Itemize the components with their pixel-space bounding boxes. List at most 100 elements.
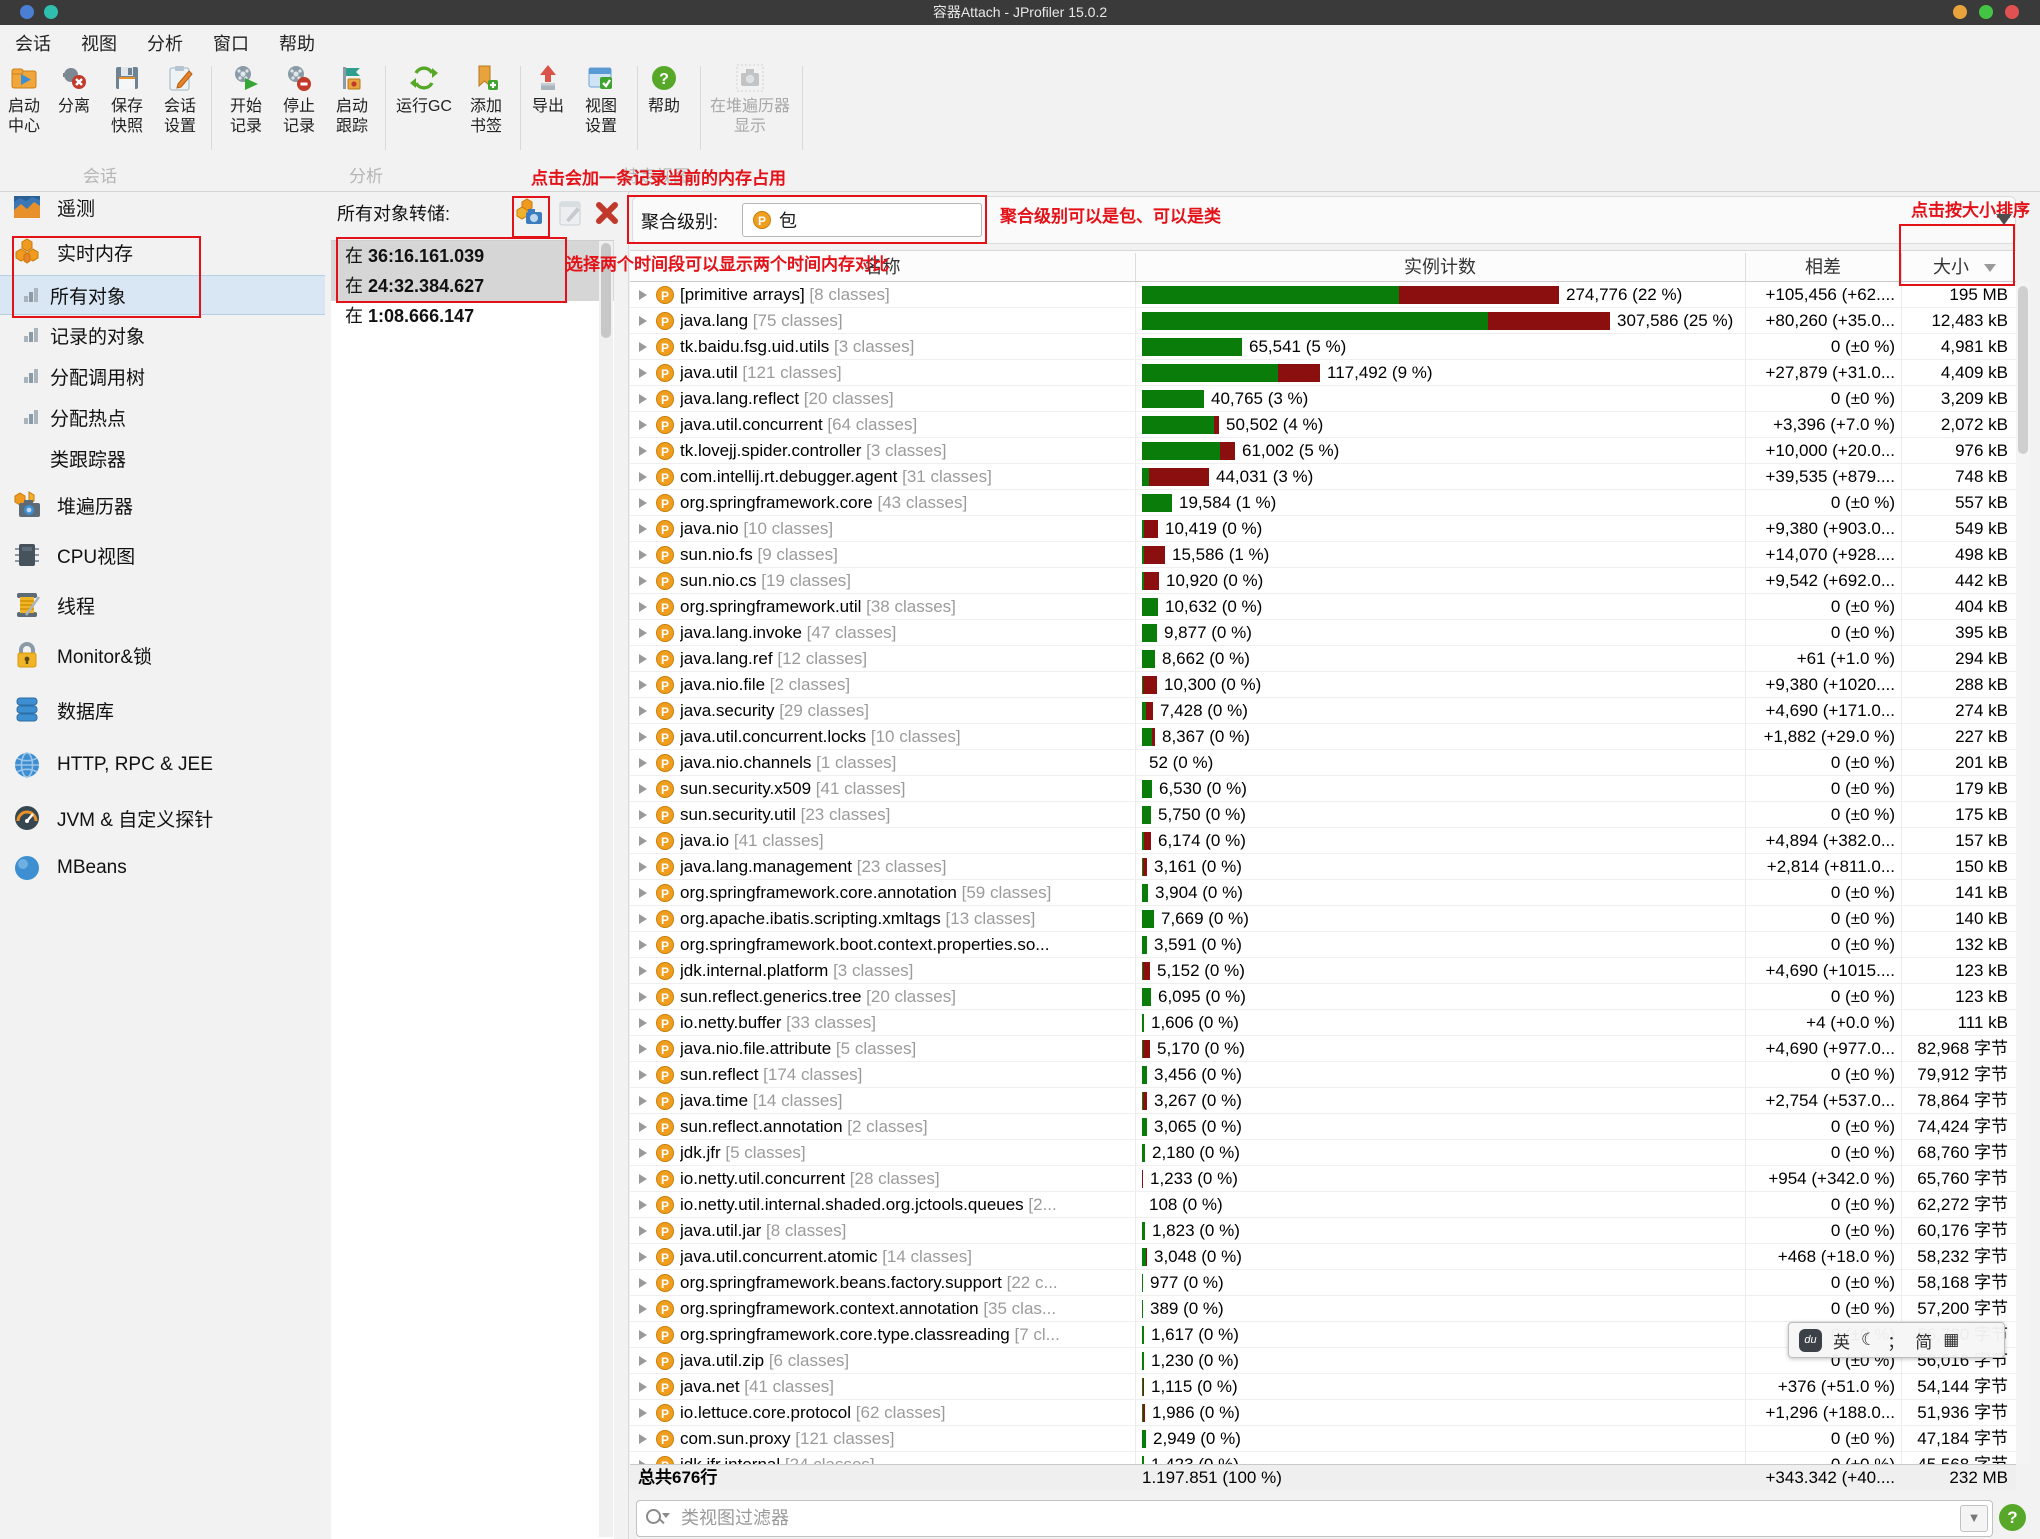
menu-会话[interactable]: 会话 [0, 25, 66, 61]
expand-arrow-icon[interactable] [639, 1252, 647, 1262]
expand-arrow-icon[interactable] [639, 758, 647, 768]
table-row[interactable]: Porg.springframework.core.annotation [59… [630, 880, 2016, 906]
menu-视图[interactable]: 视图 [66, 25, 132, 61]
table-row[interactable]: Pjava.security [29 classes]7,428 (0 %)+4… [630, 698, 2016, 724]
expand-arrow-icon[interactable] [639, 628, 647, 638]
table-row[interactable]: Porg.apache.ibatis.scripting.xmltags [13… [630, 906, 2016, 932]
table-row[interactable]: Pjava.nio.channels [1 classes]52 (0 %)0 … [630, 750, 2016, 776]
sidebar-item-类跟踪器[interactable]: 类跟踪器 [0, 439, 375, 477]
table-row[interactable]: Psun.reflect [174 classes]3,456 (0 %)0 (… [630, 1062, 2016, 1088]
table-scrollbar[interactable] [2016, 282, 2030, 1464]
toolbar-button-start-center[interactable]: 启动中心 [0, 64, 50, 137]
table-row[interactable]: Pjava.util.concurrent.atomic [14 classes… [630, 1244, 2016, 1270]
table-row[interactable]: Pjava.time [14 classes]3,267 (0 %)+2,754… [630, 1088, 2016, 1114]
expand-arrow-icon[interactable] [639, 940, 647, 950]
sidebar-item-所有对象[interactable]: 所有对象 [0, 275, 325, 315]
table-row[interactable]: Porg.springframework.core [43 classes]19… [630, 490, 2016, 516]
table-row[interactable]: Pjava.net [41 classes]1,115 (0 %)+376 (+… [630, 1374, 2016, 1400]
table-row[interactable]: Pjava.nio.file.attribute [5 classes]5,17… [630, 1036, 2016, 1062]
record-memory-snapshot-button[interactable] [514, 198, 544, 230]
table-row[interactable]: Pio.netty.util.concurrent [28 classes]1,… [630, 1166, 2016, 1192]
table-row[interactable]: Pjava.lang.invoke [47 classes]9,877 (0 %… [630, 620, 2016, 646]
maximize-button[interactable] [1979, 5, 1993, 19]
expand-arrow-icon[interactable] [639, 784, 647, 794]
expand-arrow-icon[interactable] [639, 576, 647, 586]
expand-arrow-icon[interactable] [639, 966, 647, 976]
expand-arrow-icon[interactable] [639, 368, 647, 378]
expand-arrow-icon[interactable] [639, 1070, 647, 1080]
expand-arrow-icon[interactable] [639, 1382, 647, 1392]
expand-arrow-icon[interactable] [639, 550, 647, 560]
sidebar-item-实时内存[interactable]: 实时内存 [0, 233, 325, 271]
table-row[interactable]: Pjdk.internal.platform [3 classes]5,152 … [630, 958, 2016, 984]
table-row[interactable]: Pjava.util.jar [8 classes]1,823 (0 %)0 (… [630, 1218, 2016, 1244]
expand-arrow-icon[interactable] [639, 1200, 647, 1210]
dump-list-item[interactable]: 在 24:32.384.627 [331, 271, 614, 301]
expand-arrow-icon[interactable] [639, 290, 647, 300]
expand-arrow-icon[interactable] [639, 1018, 647, 1028]
table-row[interactable]: Pjava.lang.ref [12 classes]8,662 (0 %)+6… [630, 646, 2016, 672]
menu-帮助[interactable]: 帮助 [264, 25, 330, 61]
table-row[interactable]: Pcom.sun.proxy [121 classes]2,949 (0 %)0… [630, 1426, 2016, 1452]
ime-mode-▦[interactable]: ▦ [1943, 1330, 1959, 1350]
toolbar-button-detach[interactable]: 分离 [48, 64, 100, 117]
table-row[interactable]: Pio.lettuce.core.protocol [62 classes]1,… [630, 1400, 2016, 1426]
expand-arrow-icon[interactable] [639, 602, 647, 612]
table-row[interactable]: Pcom.intellij.rt.debugger.agent [31 clas… [630, 464, 2016, 490]
expand-arrow-icon[interactable] [639, 1148, 647, 1158]
expand-arrow-icon[interactable] [639, 1096, 647, 1106]
expand-arrow-icon[interactable] [639, 888, 647, 898]
aggregation-level-select[interactable]: P 包 [742, 203, 982, 237]
expand-arrow-icon[interactable] [639, 1226, 647, 1236]
sidebar-item-Monitor&锁[interactable]: Monitor&锁 [0, 636, 325, 674]
table-row[interactable]: Porg.springframework.boot.context.proper… [630, 932, 2016, 958]
expand-arrow-icon[interactable] [639, 1122, 647, 1132]
toolbar-button-start-recording[interactable]: 开始记录 [220, 64, 272, 137]
expand-arrow-icon[interactable] [639, 1174, 647, 1184]
sidebar-item-JVM & 自定义探针[interactable]: JVM & 自定义探针 [0, 799, 325, 837]
sidebar-item-MBeans[interactable]: MBeans [0, 849, 325, 887]
table-row[interactable]: Porg.springframework.context.annotation … [630, 1296, 2016, 1322]
table-row[interactable]: Psun.security.x509 [41 classes]6,530 (0 … [630, 776, 2016, 802]
dump-scrollbar[interactable] [599, 241, 613, 1537]
column-header-diff[interactable]: 相差 [1745, 251, 1901, 283]
expand-arrow-icon[interactable] [639, 914, 647, 924]
toolbar-button-stop-recording[interactable]: 停止记录 [273, 64, 325, 137]
expand-arrow-icon[interactable] [639, 1434, 647, 1444]
table-row[interactable]: Psun.reflect.annotation [2 classes]3,065… [630, 1114, 2016, 1140]
table-row[interactable]: Pio.netty.util.internal.shaded.org.jctoo… [630, 1192, 2016, 1218]
ime-mode-☾[interactable]: ☾ [1861, 1330, 1876, 1350]
search-icon[interactable] [646, 1509, 668, 1529]
class-filter-input[interactable] [636, 1500, 1993, 1537]
sidebar-item-分配热点[interactable]: 分配热点 [0, 398, 325, 436]
expand-arrow-icon[interactable] [639, 836, 647, 846]
toolbar-button-add-bookmark[interactable]: 添加书签 [460, 64, 512, 137]
table-row[interactable]: P[primitive arrays] [8 classes]274,776 (… [630, 282, 2016, 308]
table-row[interactable]: Psun.security.util [23 classes]5,750 (0 … [630, 802, 2016, 828]
menu-窗口[interactable]: 窗口 [198, 25, 264, 61]
table-row[interactable]: Ptk.baidu.fsg.uid.utils [3 classes]65,54… [630, 334, 2016, 360]
edit-dump-button[interactable] [556, 198, 586, 230]
expand-arrow-icon[interactable] [639, 446, 647, 456]
expand-arrow-icon[interactable] [639, 862, 647, 872]
expand-arrow-icon[interactable] [639, 706, 647, 716]
table-row[interactable]: Pjdk.jfr.internal [24 classes]1,423 (0 %… [630, 1452, 2016, 1464]
sidebar-item-记录的对象[interactable]: 记录的对象 [0, 316, 325, 354]
expand-arrow-icon[interactable] [639, 810, 647, 820]
expand-arrow-icon[interactable] [639, 420, 647, 430]
expand-arrow-icon[interactable] [639, 316, 647, 326]
filter-dropdown-button[interactable]: ▼ [1960, 1505, 1988, 1532]
table-row[interactable]: Pjava.util.concurrent [64 classes]50,502… [630, 412, 2016, 438]
toolbar-button-view-settings[interactable]: 视图设置 [575, 64, 627, 137]
ime-mode-简[interactable]: 简 [1915, 1328, 1932, 1353]
table-row[interactable]: Porg.springframework.util [38 classes]10… [630, 594, 2016, 620]
table-row[interactable]: Pjava.nio.file [2 classes]10,300 (0 %)+9… [630, 672, 2016, 698]
toolbar-button-save-snapshot[interactable]: 保存快照 [101, 64, 153, 137]
expand-arrow-icon[interactable] [639, 992, 647, 1002]
ime-mode-英[interactable]: 英 [1833, 1328, 1850, 1353]
table-row[interactable]: Porg.springframework.beans.factory.suppo… [630, 1270, 2016, 1296]
table-row[interactable]: Ptk.lovejj.spider.controller [3 classes]… [630, 438, 2016, 464]
menu-分析[interactable]: 分析 [132, 25, 198, 61]
close-button[interactable] [2005, 5, 2019, 19]
expand-arrow-icon[interactable] [639, 342, 647, 352]
